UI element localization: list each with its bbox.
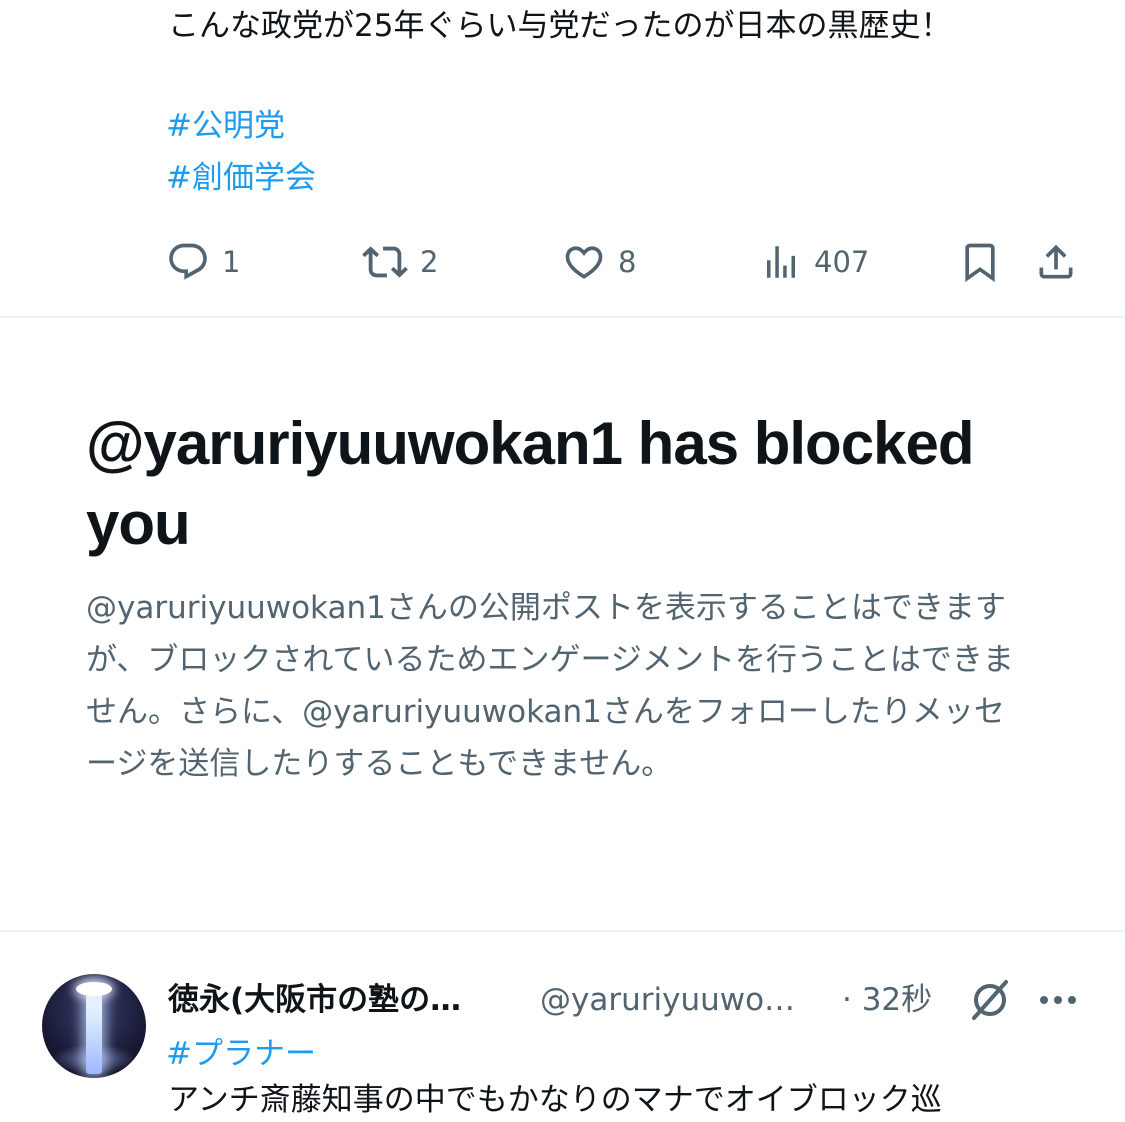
views-count: 407 xyxy=(814,245,870,279)
post-action-bar: 1 2 8 407 xyxy=(0,236,1125,288)
more-icon[interactable] xyxy=(1034,976,1082,1024)
share-icon xyxy=(1039,244,1073,279)
blocked-description: @yaruriyuuwokan1さんの公開ポストを表示することはできますが、ブロ… xyxy=(86,590,1014,782)
reply-button[interactable]: 1 xyxy=(166,236,240,288)
repost-count: 2 xyxy=(420,245,439,279)
divider xyxy=(0,930,1125,932)
blocked-title: @yaruriyuuwokan1 has blocked you xyxy=(86,410,974,557)
hashtag-link[interactable]: #プラナー xyxy=(166,1030,316,1078)
user-handle[interactable]: @yaruriyuuwo… xyxy=(540,978,795,1022)
post-time[interactable]: · 32秒 xyxy=(842,978,932,1022)
post-text-partial: アンチ斎藤知事の中でもかなりのマナでオイブロック巡 xyxy=(168,1082,942,1118)
display-name[interactable]: 徳永(大阪市の塾の… xyxy=(168,978,461,1022)
reply-count: 1 xyxy=(222,245,241,279)
avatar-tower-top xyxy=(76,982,112,996)
reply-icon xyxy=(169,243,207,280)
hashtag-link[interactable]: #創価学会 xyxy=(166,156,316,200)
views-button[interactable]: 407 xyxy=(760,236,869,288)
like-count: 8 xyxy=(618,245,637,279)
divider xyxy=(0,316,1125,318)
avatar-tower xyxy=(86,984,102,1074)
grok-icon[interactable] xyxy=(966,976,1014,1024)
avatar[interactable] xyxy=(42,974,146,1078)
repost-icon xyxy=(362,246,408,278)
like-button[interactable]: 8 xyxy=(562,236,636,288)
views-icon xyxy=(767,246,795,278)
hashtag-link[interactable]: #公明党 xyxy=(166,104,285,148)
share-button[interactable] xyxy=(1034,236,1078,288)
bookmark-icon xyxy=(965,243,995,283)
post-text: こんな政党が25年ぐらい与党だったのが日本の黒歴史！ xyxy=(168,8,952,44)
like-icon xyxy=(565,246,603,279)
bookmark-button[interactable] xyxy=(958,236,1002,288)
repost-button[interactable]: 2 xyxy=(362,236,438,288)
